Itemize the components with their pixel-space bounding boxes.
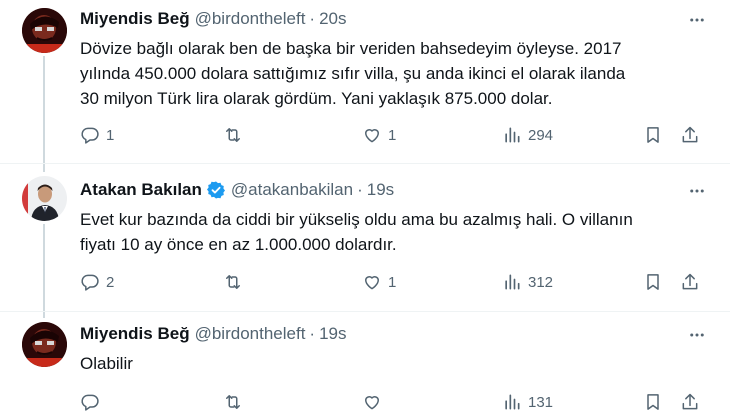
share-icon [682,393,698,410]
separator: · [309,9,316,28]
tweet-text-line: 30 milyon Türk lira olarak gördüm. Yani … [80,89,553,108]
thread-line [43,164,45,172]
tweet[interactable]: Miyendis Beğ @birdontheleft · 20s Dövize… [0,0,730,163]
verified-badge-icon [206,180,226,200]
thread-line [43,56,45,163]
timestamp[interactable]: 19s [367,180,394,200]
tweet-actions: 2 1 312 [80,270,705,294]
tweet-text-line: Dövize bağlı olarak ben de başka bir ver… [80,39,622,58]
avatar[interactable] [22,8,67,53]
separator: · [357,180,363,199]
retweet-button[interactable] [222,270,250,294]
thread-line [43,224,45,312]
tweet-text: Olabilir [80,351,710,376]
bookmark-button[interactable] [643,123,663,147]
retweet-button[interactable] [222,123,250,147]
timestamp[interactable]: 20s [319,9,346,29]
bookmark-icon [647,394,659,410]
reply-count: 2 [106,273,115,291]
views-button[interactable]: 131 [502,390,553,414]
author-handle[interactable]: @atakanbakilan [231,180,353,200]
tweet-header: Miyendis Beğ @birdontheleft · 19s [80,323,347,345]
tweet-actions: 131 [80,390,705,414]
bookmark-icon [647,274,659,290]
tweet-thread: Miyendis Beğ @birdontheleft · 20s Dövize… [0,0,730,420]
like-button[interactable]: 1 [362,123,396,147]
tweet[interactable]: Miyendis Beğ @birdontheleft · 19s Olabil… [0,311,730,420]
thread-line [43,312,45,318]
retweet-icon [226,395,240,409]
views-icon [505,274,520,290]
tweet-text-line: fiyatı 10 ay önce en az 1.000.000 dolard… [80,235,397,254]
tweet-text: Dövize bağlı olarak ben de başka bir ver… [80,36,710,111]
like-button[interactable] [362,390,388,414]
retweet-icon [226,128,240,142]
author-handle[interactable]: @birdontheleft [195,324,306,344]
share-icon [682,126,698,143]
share-button[interactable] [680,270,700,294]
view-count: 312 [528,273,554,291]
tweet-text-line: Evet kur bazında da ciddi bir yükseliş o… [80,210,633,229]
view-count: 131 [528,393,554,411]
tweet-text: Evet kur bazında da ciddi bir yükseliş o… [80,207,710,257]
tweet[interactable]: Atakan Bakılan @atakanbakilan · 19s Evet… [0,163,730,312]
tweet-header: Atakan Bakılan @atakanbakilan · 19s [80,179,394,201]
tweet-actions: 1 1 294 [80,123,705,147]
author-name[interactable]: Miyendis Beğ [80,324,190,344]
views-button[interactable]: 294 [502,123,553,147]
share-button[interactable] [680,390,700,414]
view-count: 294 [528,126,554,144]
reply-button[interactable]: 1 [80,123,114,147]
like-button[interactable]: 1 [362,270,396,294]
reply-icon [81,127,99,144]
heart-icon [365,276,379,290]
like-count: 1 [388,126,397,144]
views-icon [505,394,520,410]
avatar[interactable] [22,176,67,221]
separator: · [309,324,316,343]
reply-button[interactable] [80,390,106,414]
reply-icon [81,394,99,411]
views-button[interactable]: 312 [502,270,553,294]
share-icon [682,273,698,290]
author-name[interactable]: Atakan Bakılan [80,180,202,200]
avatar[interactable] [22,322,67,367]
tweet-header: Miyendis Beğ @birdontheleft · 20s [80,8,347,30]
author-name[interactable]: Miyendis Beğ [80,9,190,29]
share-button[interactable] [680,123,700,147]
like-count: 1 [388,273,397,291]
heart-icon [365,396,379,410]
more-icon[interactable] [686,9,708,31]
bookmark-icon [647,127,659,143]
retweet-button[interactable] [222,390,250,414]
reply-icon [81,274,99,291]
tweet-text-line: Olabilir [80,354,133,373]
tweet-text-line: yılında 450.000 dolara sattığımız sıfır … [80,64,626,83]
heart-icon [365,129,379,143]
bookmark-button[interactable] [643,390,663,414]
more-icon[interactable] [686,180,708,202]
reply-count: 1 [106,126,115,144]
views-icon [505,127,520,143]
timestamp[interactable]: 19s [319,324,346,344]
more-icon[interactable] [686,324,708,346]
reply-button[interactable]: 2 [80,270,114,294]
retweet-icon [226,275,240,289]
author-handle[interactable]: @birdontheleft [195,9,306,29]
bookmark-button[interactable] [643,270,663,294]
